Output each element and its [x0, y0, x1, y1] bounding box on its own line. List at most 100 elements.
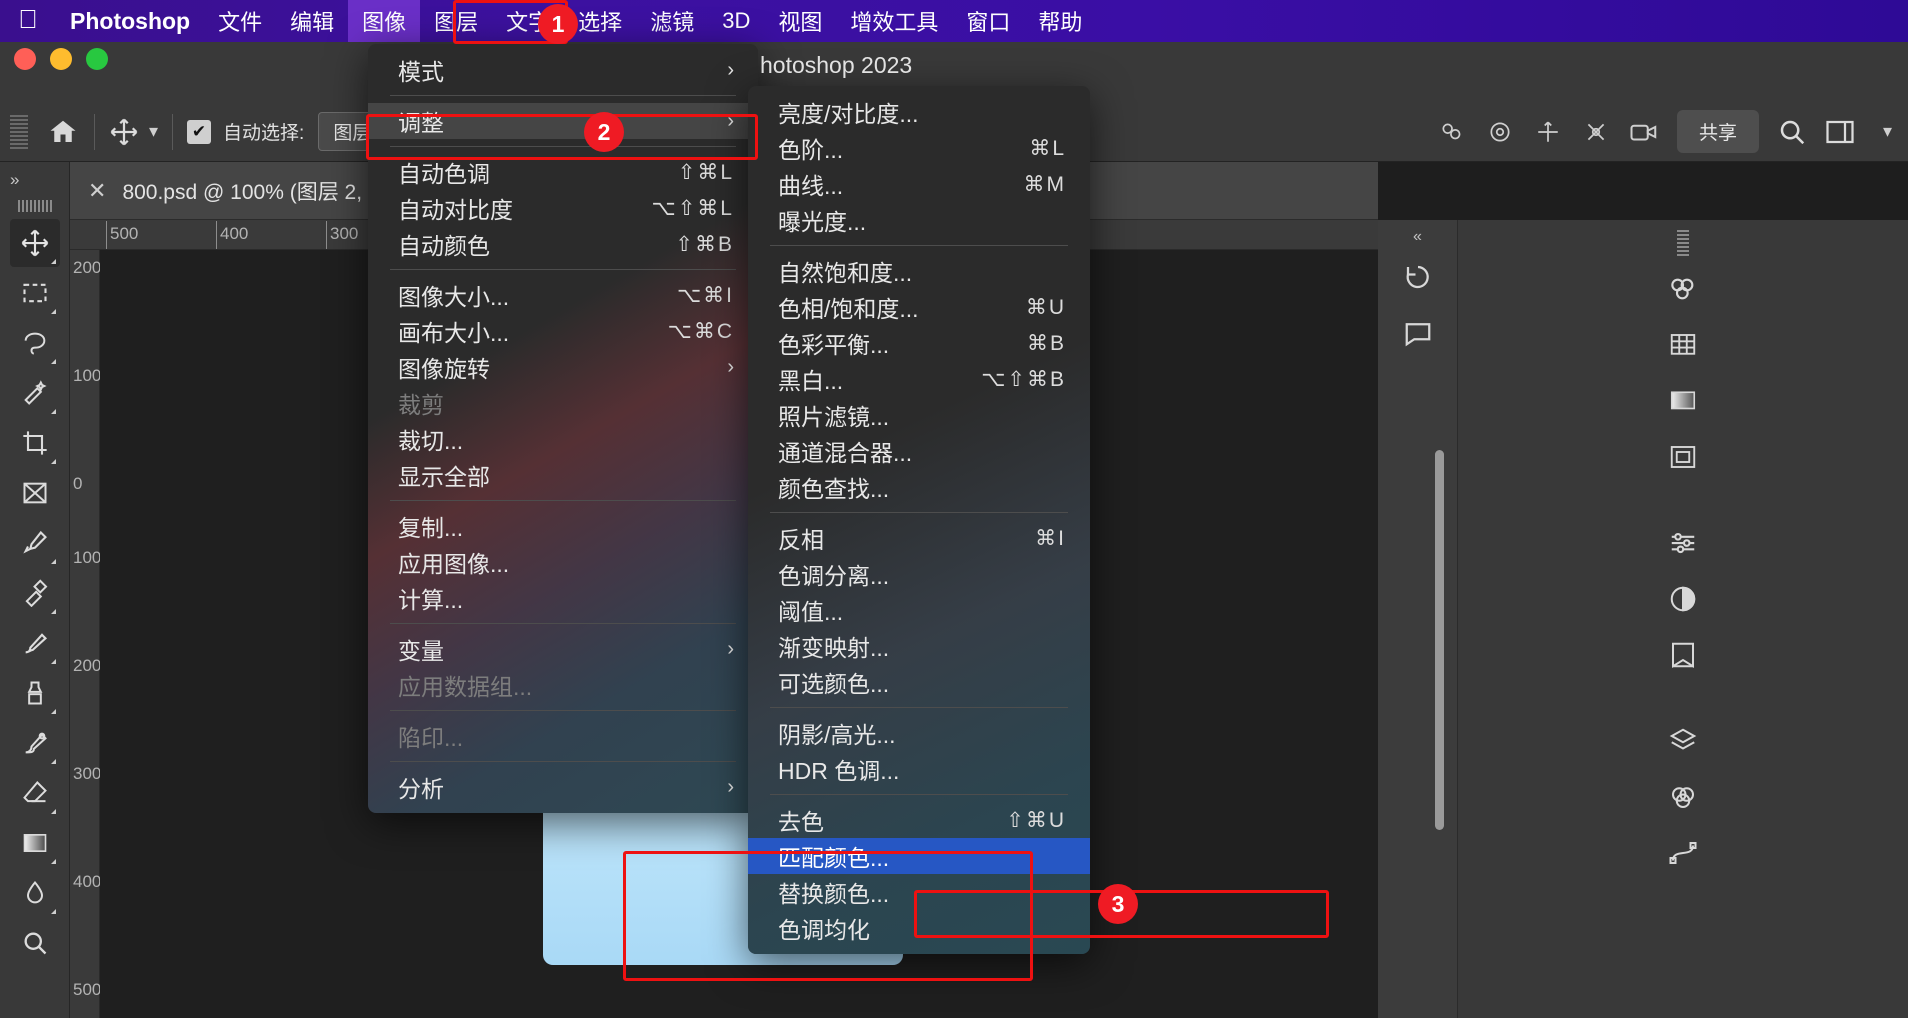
align-icon[interactable] [1437, 118, 1467, 146]
zoom-tool[interactable] [10, 919, 60, 967]
chevron-down-icon[interactable]: ▾ [149, 121, 158, 142]
menu-item-selective-color[interactable]: 可选颜色... [748, 664, 1090, 700]
move-tool-icon[interactable] [109, 117, 139, 147]
expand-panels-icon[interactable]: « [1378, 220, 1457, 246]
menubar-item-image[interactable]: 图像 [348, 0, 421, 42]
vertical-ruler[interactable]: 200 100 0 100 200 300 400 500 [70, 250, 101, 1018]
patterns-panel-icon[interactable] [1656, 432, 1710, 482]
menubar-item-file[interactable]: 文件 [204, 0, 276, 42]
move-tool[interactable] [9, 219, 60, 267]
history-brush-tool[interactable] [10, 719, 60, 767]
menu-item-auto-contrast[interactable]: 自动对比度 ⌥⇧⌘L [368, 190, 758, 226]
brush-tool[interactable] [10, 619, 60, 667]
menu-item-photo-filter[interactable]: 照片滤镜... [748, 397, 1090, 433]
clone-stamp-tool[interactable] [10, 669, 60, 717]
menu-item-desaturate[interactable]: 去色 ⇧⌘U [748, 802, 1090, 838]
menu-item-analysis[interactable]: 分析 › [368, 769, 758, 805]
levels-panel-icon[interactable] [1656, 574, 1710, 624]
menu-item-equalize[interactable]: 色调均化 [748, 910, 1090, 946]
menu-item-adjustments[interactable]: 调整 › [368, 103, 758, 139]
close-icon[interactable]: ✕ [88, 178, 106, 204]
menu-item-color-balance[interactable]: 色彩平衡... ⌘B [748, 325, 1090, 361]
eyedropper-tool[interactable] [10, 519, 60, 567]
menu-item-canvas-size[interactable]: 画布大小... ⌥⌘C [368, 313, 758, 349]
minimize-window-icon[interactable] [50, 48, 72, 70]
menu-item-reveal-all[interactable]: 显示全部 [368, 457, 758, 493]
workspace-icon[interactable] [1825, 118, 1855, 146]
menu-item-auto-tone[interactable]: 自动色调 ⇧⌘L [368, 154, 758, 190]
menu-item-gradient-map[interactable]: 渐变映射... [748, 628, 1090, 664]
tools-panel-grip[interactable] [17, 200, 52, 212]
menubar-item-3d[interactable]: 3D [708, 0, 764, 42]
menu-item-image-size[interactable]: 图像大小... ⌥⌘I [368, 277, 758, 313]
menu-item-auto-color[interactable]: 自动颜色 ⇧⌘B [368, 226, 758, 262]
menubar-item-filter[interactable]: 滤镜 [636, 0, 708, 42]
layers-panel-icon[interactable] [1656, 716, 1710, 766]
menu-item-hdr-toning[interactable]: HDR 色调... [748, 751, 1090, 787]
menu-item-exposure[interactable]: 曝光度... [748, 202, 1090, 238]
menu-item-shadows-highlights[interactable]: 阴影/高光... [748, 715, 1090, 751]
blur-tool[interactable] [10, 869, 60, 917]
window-traffic-lights[interactable] [14, 48, 108, 70]
menubar-item-window[interactable]: 窗口 [952, 0, 1024, 42]
frame-tool[interactable] [10, 469, 60, 517]
gradients-panel-icon[interactable] [1656, 376, 1710, 426]
panel-grip[interactable] [1677, 230, 1689, 258]
libraries-panel-icon[interactable] [1656, 630, 1710, 680]
menu-item-hue-saturation[interactable]: 色相/饱和度... ⌘U [748, 289, 1090, 325]
menu-item-color-lookup[interactable]: 颜色查找... [748, 469, 1090, 505]
chevron-down-icon[interactable]: ▾ [1883, 121, 1892, 142]
options-bar-grip[interactable] [10, 114, 28, 149]
apple-logo-icon[interactable]:  [0, 6, 56, 36]
menu-item-vibrance[interactable]: 自然饱和度... [748, 253, 1090, 289]
menu-item-channel-mixer[interactable]: 通道混合器... [748, 433, 1090, 469]
menu-item-duplicate[interactable]: 复制... [368, 508, 758, 544]
color-panel-icon[interactable] [1656, 264, 1710, 314]
lasso-tool[interactable] [10, 319, 60, 367]
transform-icon[interactable] [1581, 118, 1611, 146]
maximize-window-icon[interactable] [86, 48, 108, 70]
quick-selection-tool[interactable] [10, 369, 60, 417]
adjustments-panel-icon[interactable] [1656, 518, 1710, 568]
menu-item-posterize[interactable]: 色调分离... [748, 556, 1090, 592]
swatches-panel-icon[interactable] [1656, 320, 1710, 370]
menu-item-trim[interactable]: 裁切... [368, 421, 758, 457]
history-panel-icon[interactable] [1391, 252, 1445, 302]
menu-item-curves[interactable]: 曲线... ⌘M [748, 166, 1090, 202]
menubar-item-photoshop[interactable]: Photoshop [56, 0, 204, 42]
menubar-item-layer[interactable]: 图层 [420, 0, 492, 42]
menu-item-variables[interactable]: 变量 › [368, 631, 758, 667]
search-icon[interactable] [1777, 118, 1807, 146]
comments-panel-icon[interactable] [1391, 308, 1445, 358]
home-icon[interactable] [46, 117, 80, 147]
menu-item-black-white[interactable]: 黑白... ⌥⇧⌘B [748, 361, 1090, 397]
menu-item-image-rotation[interactable]: 图像旋转 › [368, 349, 758, 385]
canvas-scrollbar[interactable] [1435, 450, 1444, 830]
marquee-tool[interactable] [10, 269, 60, 317]
share-button[interactable]: 共享 [1676, 110, 1759, 153]
video-icon[interactable] [1629, 118, 1659, 146]
menu-item-replace-color[interactable]: 替换颜色... [748, 874, 1090, 910]
menubar-item-help[interactable]: 帮助 [1024, 0, 1096, 42]
menubar-item-plugins[interactable]: 增效工具 [836, 0, 952, 42]
distribute-icon[interactable] [1485, 118, 1515, 146]
collapse-tools-icon[interactable]: » [10, 170, 19, 190]
menubar-item-view[interactable]: 视图 [764, 0, 836, 42]
close-window-icon[interactable] [14, 48, 36, 70]
menu-item-match-color[interactable]: 匹配颜色... [748, 838, 1090, 874]
menu-item-apply-image[interactable]: 应用图像... [368, 544, 758, 580]
healing-brush-tool[interactable] [10, 569, 60, 617]
menubar-item-edit[interactable]: 编辑 [276, 0, 348, 42]
crop-tool[interactable] [10, 419, 60, 467]
channels-panel-icon[interactable] [1656, 772, 1710, 822]
menu-item-threshold[interactable]: 阈值... [748, 592, 1090, 628]
menu-item-mode[interactable]: 模式 › [368, 52, 758, 88]
gradient-tool[interactable] [10, 819, 60, 867]
move-align-icon[interactable] [1533, 118, 1563, 146]
menu-item-invert[interactable]: 反相 ⌘I [748, 520, 1090, 556]
menu-item-brightness-contrast[interactable]: 亮度/对比度... [748, 94, 1090, 130]
menu-item-calculations[interactable]: 计算... [368, 580, 758, 616]
auto-select-checkbox[interactable]: ✔ [187, 119, 212, 144]
paths-panel-icon[interactable] [1656, 828, 1710, 878]
eraser-tool[interactable] [10, 769, 60, 817]
